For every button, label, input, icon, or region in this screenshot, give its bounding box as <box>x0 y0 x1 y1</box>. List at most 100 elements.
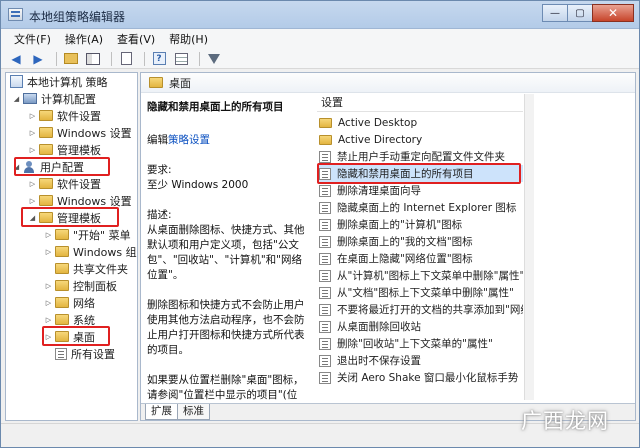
toolbar-separator <box>144 51 145 66</box>
list-item[interactable]: 不要将最近打开的文档的共享添加到"网络位置" <box>319 301 523 318</box>
policy-setting-icon <box>319 252 331 265</box>
tree-windows-components[interactable]: ▷ Windows 组 <box>44 243 137 260</box>
collapsed-arrow-icon[interactable]: ▷ <box>28 180 37 188</box>
policy-setting-icon <box>319 354 331 367</box>
tree-shared-folders[interactable]: 共享文件夹 <box>44 260 128 277</box>
policy-setting-icon <box>319 218 331 231</box>
list-item[interactable]: 在桌面上隐藏"网络位置"图标 <box>319 250 523 267</box>
up-folder-icon[interactable] <box>62 51 80 67</box>
toolbar-separator <box>111 51 112 66</box>
highlight-desktop <box>42 326 110 346</box>
tree-network[interactable]: ▷ 网络 <box>44 294 95 311</box>
tree-label: 计算机配置 <box>41 92 96 106</box>
vertical-scrollbar[interactable] <box>524 94 534 400</box>
tree-root[interactable]: 本地计算机 策略 <box>10 73 108 90</box>
forward-arrow-icon[interactable]: ▶ <box>29 51 47 67</box>
collapsed-arrow-icon[interactable]: ▷ <box>44 316 53 324</box>
collapsed-arrow-icon[interactable]: ▷ <box>44 282 53 290</box>
properties-icon[interactable] <box>172 51 190 67</box>
filter-icon[interactable] <box>205 51 223 67</box>
collapsed-arrow-icon[interactable]: ▷ <box>44 231 53 239</box>
expand-arrow-icon[interactable]: ◢ <box>12 95 21 103</box>
tree-control-panel[interactable]: ▷ 控制面板 <box>44 277 117 294</box>
tree-start-menu[interactable]: ▷ "开始" 菜单 <box>44 226 131 243</box>
policy-setting-icon <box>319 320 331 333</box>
column-header-setting[interactable]: 设置 <box>317 94 523 112</box>
policy-setting-icon <box>319 371 331 384</box>
tree-cc-software[interactable]: ▷ 软件设置 <box>28 107 101 124</box>
computer-icon <box>23 93 37 104</box>
folder-icon <box>55 229 69 240</box>
close-button[interactable]: ✕ <box>592 4 634 22</box>
export-list-icon[interactable] <box>117 51 135 67</box>
requirement-value: 至少 Windows 2000 <box>147 179 249 191</box>
tree-label: 共享文件夹 <box>73 262 128 276</box>
policy-setting-icon <box>319 286 331 299</box>
menu-file[interactable]: 文件(F) <box>7 31 58 47</box>
folder-icon <box>39 195 53 206</box>
folder-icon <box>55 297 69 308</box>
tree-cc-windows[interactable]: ▷ Windows 设置 <box>28 124 132 141</box>
list-item[interactable]: Active Desktop <box>319 114 523 131</box>
details-header: 桌面 <box>141 73 635 93</box>
menu-help[interactable]: 帮助(H) <box>162 31 215 47</box>
list-item[interactable]: Active Directory <box>319 131 523 148</box>
tree-all-settings[interactable]: 所有设置 <box>44 345 115 362</box>
details-header-title: 桌面 <box>169 76 191 90</box>
collapsed-arrow-icon[interactable]: ▷ <box>28 146 37 154</box>
collapsed-arrow-icon[interactable]: ▷ <box>44 248 53 256</box>
folder-icon <box>39 110 53 121</box>
collapsed-arrow-icon[interactable]: ▷ <box>44 299 53 307</box>
menu-view[interactable]: 查看(V) <box>110 31 162 47</box>
description-text-2: 删除图标和快捷方式不会防止用户使用其他方法启动程序，也不会防止用户打开图标和快捷… <box>147 299 305 356</box>
policy-setting-icon <box>319 184 331 197</box>
watermark: 广西龙网 <box>521 409 609 433</box>
list-item[interactable]: 隐藏桌面上的 Internet Explorer 图标 <box>319 199 523 216</box>
tree-label: 网络 <box>73 296 95 310</box>
collapsed-arrow-icon[interactable]: ▷ <box>28 112 37 120</box>
tree-cc-admin[interactable]: ▷ 管理模板 <box>28 141 101 158</box>
highlight-admin-templates <box>21 207 119 227</box>
folder-icon <box>39 127 53 138</box>
list-item[interactable]: 删除清理桌面向导 <box>319 182 523 199</box>
toolbar-separator <box>56 51 57 66</box>
gpedit-app-icon <box>8 8 23 21</box>
minimize-button[interactable]: — <box>542 4 568 22</box>
policy-description: 隐藏和禁用桌面上的所有项目 编辑策略设置 要求: 至少 Windows 2000… <box>141 94 315 400</box>
title-bar: 本地组策略编辑器 — ▢ ✕ <box>1 1 639 29</box>
policy-title: 隐藏和禁用桌面上的所有项目 <box>147 101 284 113</box>
collapsed-arrow-icon[interactable]: ▷ <box>28 197 37 205</box>
settings-list[interactable]: 设置 Active Desktop Active Directory 禁止用户手… <box>317 94 523 400</box>
list-item[interactable]: 从"文档"图标上下文菜单中删除"属性" <box>319 284 523 301</box>
tree-uc-software[interactable]: ▷ 软件设置 <box>28 175 101 192</box>
gpedit-window: 本地组策略编辑器 — ▢ ✕ 文件(F) 操作(A) 查看(V) 帮助(H) ◀… <box>0 0 640 448</box>
menu-bar: 文件(F) 操作(A) 查看(V) 帮助(H) <box>1 29 639 49</box>
folder-icon <box>319 134 332 145</box>
tree-computer-config[interactable]: ◢ 计算机配置 <box>12 90 96 107</box>
collapsed-arrow-icon[interactable]: ▷ <box>28 129 37 137</box>
edit-line: 编辑策略设置 <box>147 133 310 148</box>
list-item[interactable]: 关闭 Aero Shake 窗口最小化鼠标手势 <box>319 369 523 386</box>
tree-pane[interactable]: 本地计算机 策略 ◢ 计算机配置 ▷ 软件设置 ▷ Windows 设置 ▷ 管… <box>5 72 138 421</box>
tab-extended[interactable]: 扩展 <box>145 404 178 420</box>
window-controls: — ▢ ✕ <box>542 4 634 22</box>
list-item[interactable]: 删除桌面上的"我的文档"图标 <box>319 233 523 250</box>
list-item[interactable]: 删除"回收站"上下文菜单的"属性" <box>319 335 523 352</box>
menu-action[interactable]: 操作(A) <box>58 31 110 47</box>
folder-icon <box>55 263 69 274</box>
tree-label: Windows 组 <box>73 245 137 259</box>
folder-icon <box>39 144 53 155</box>
list-item[interactable]: 删除桌面上的"计算机"图标 <box>319 216 523 233</box>
help-icon[interactable]: ? <box>150 51 168 67</box>
list-item[interactable]: 从"计算机"图标上下文菜单中删除"属性" <box>319 267 523 284</box>
tree-label: 软件设置 <box>57 177 101 191</box>
tree-label: 控制面板 <box>73 279 117 293</box>
tree-label: "开始" 菜单 <box>73 228 131 242</box>
show-hide-pane-icon[interactable] <box>84 51 102 67</box>
tab-standard[interactable]: 标准 <box>177 404 210 420</box>
list-item[interactable]: 退出时不保存设置 <box>319 352 523 369</box>
maximize-button[interactable]: ▢ <box>567 4 593 22</box>
back-arrow-icon[interactable]: ◀ <box>7 51 25 67</box>
edit-policy-link[interactable]: 策略设置 <box>168 134 210 146</box>
list-item[interactable]: 从桌面删除回收站 <box>319 318 523 335</box>
